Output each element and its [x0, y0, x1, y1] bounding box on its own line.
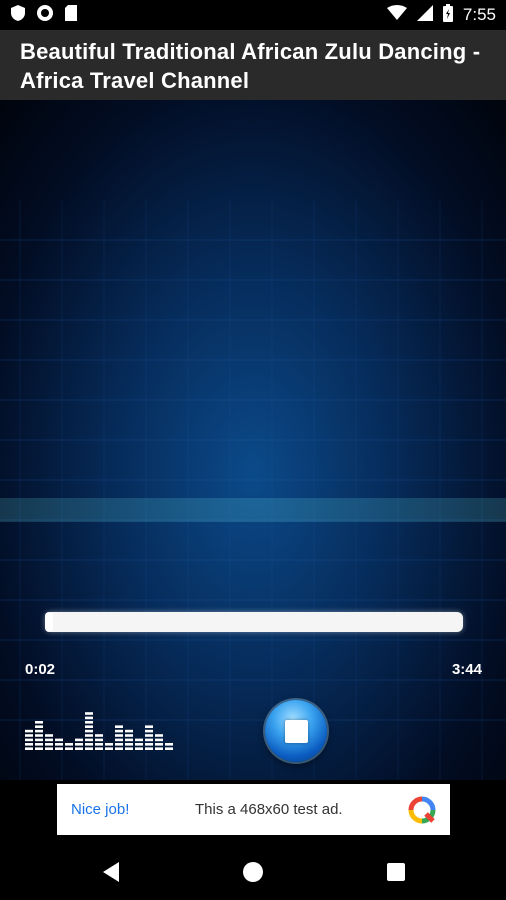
battery-icon [442, 3, 453, 27]
ad-text: This a 468x60 test ad. [195, 801, 343, 818]
back-icon[interactable] [101, 861, 121, 888]
recents-icon[interactable] [386, 862, 406, 887]
status-time: 7:55 [462, 5, 496, 24]
record-icon [36, 4, 54, 27]
shield-icon [10, 4, 26, 27]
ad-logo-icon [408, 796, 436, 824]
status-right: 7:55 [386, 3, 496, 27]
wifi-icon [386, 4, 407, 26]
sd-card-icon [64, 4, 78, 27]
seek-bar[interactable] [45, 612, 463, 632]
signal-icon [416, 4, 433, 26]
current-time: 0:02 [25, 661, 56, 678]
navigation-bar [0, 843, 506, 900]
stop-button[interactable] [265, 700, 327, 762]
title-bar: Beautiful Traditional African Zulu Danci… [0, 30, 506, 100]
waveform-background: 0:02 3:44 [0, 100, 506, 780]
status-left [10, 4, 78, 27]
stop-icon [284, 719, 308, 743]
ad-banner[interactable]: Nice job! This a 468x60 test ad. [57, 784, 450, 835]
seek-bar-fill [45, 612, 54, 632]
home-icon[interactable] [242, 861, 264, 888]
status-bar: 7:55 [0, 0, 506, 30]
waveform-graphic [0, 200, 506, 780]
page-title: Beautiful Traditional African Zulu Danci… [20, 39, 481, 93]
ad-cta-link[interactable]: Nice job! [71, 801, 195, 818]
total-time: 3:44 [451, 661, 482, 678]
